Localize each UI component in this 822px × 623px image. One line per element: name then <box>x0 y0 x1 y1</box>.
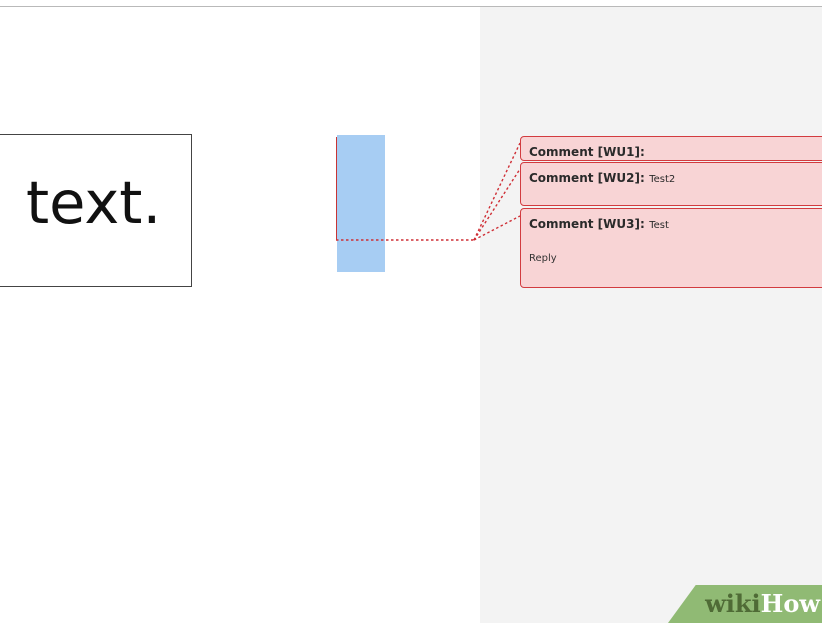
comment-label: Comment [WU3]: <box>529 217 645 231</box>
document-page[interactable] <box>0 7 480 623</box>
comment-label: Comment [WU2]: <box>529 171 645 185</box>
comment-label: Comment [WU1]: <box>529 145 645 159</box>
comment-balloon-wu2[interactable]: Comment [WU2]: Test2 <box>520 162 822 206</box>
reply-link[interactable]: Reply <box>529 253 557 264</box>
comment-balloon-wu3[interactable]: Comment [WU3]: Test Reply <box>520 208 822 288</box>
comment-header: Comment [WU1]: <box>529 143 645 161</box>
comment-header: Comment [WU3]: Test <box>529 215 669 233</box>
text-box-content: text. <box>26 168 162 237</box>
watermark-wiki: wiki <box>705 589 761 618</box>
text-box[interactable]: text. <box>0 134 192 287</box>
selection-highlight[interactable] <box>337 135 385 272</box>
comment-text[interactable]: Test2 <box>649 174 675 185</box>
comment-balloon-wu1[interactable]: Comment [WU1]: <box>520 136 822 161</box>
comment-header: Comment [WU2]: Test2 <box>529 169 675 187</box>
markup-pane <box>480 7 822 623</box>
comment-text[interactable]: Test <box>649 220 669 231</box>
watermark-how: How <box>760 589 820 618</box>
watermark-text: wikiHow <box>705 587 820 621</box>
comment-anchor-cursor <box>336 137 337 240</box>
